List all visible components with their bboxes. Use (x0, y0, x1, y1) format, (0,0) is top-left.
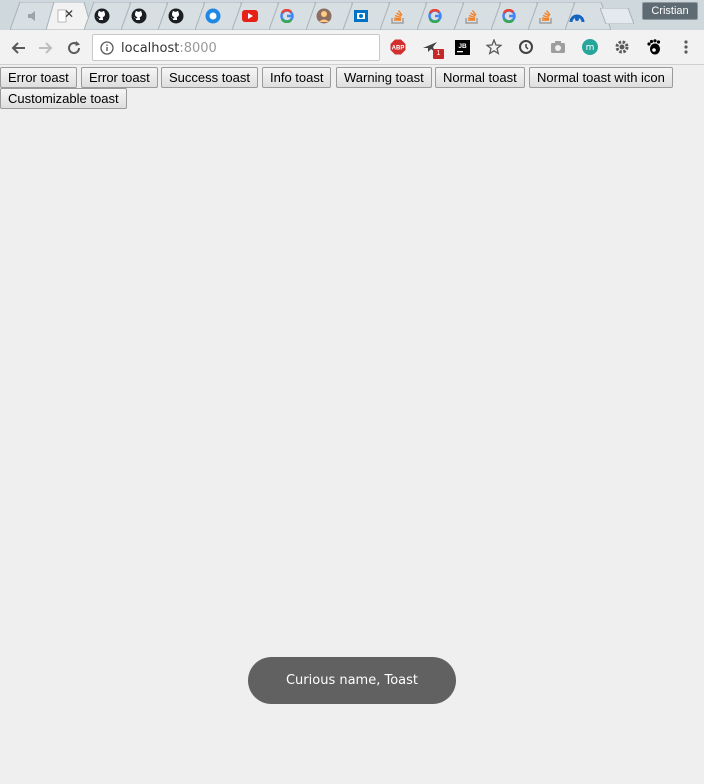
github-icon (168, 8, 184, 24)
success-toast-button[interactable]: Success toast (161, 67, 258, 88)
google-icon (427, 8, 443, 24)
m-extension-icon[interactable]: m (582, 39, 598, 55)
tab-strip: ✕ Cristian (0, 0, 704, 30)
gnome-icon[interactable] (646, 39, 662, 55)
camera-icon[interactable] (550, 39, 566, 55)
jetbrains-icon[interactable]: JB (454, 39, 470, 55)
github-icon (131, 8, 147, 24)
bookmark-star-icon[interactable] (486, 39, 502, 55)
google-icon (501, 8, 517, 24)
normal-toast-with-icon-button[interactable]: Normal toast with icon (529, 67, 673, 88)
normal-toast-button[interactable]: Normal toast (435, 67, 525, 88)
address-bar[interactable]: localhost:8000 (92, 34, 380, 61)
info-toast-button[interactable]: Info toast (262, 67, 332, 88)
youtube-icon (242, 8, 258, 24)
url-host: localhost (121, 41, 180, 56)
stackoverflow-icon (464, 8, 480, 24)
back-arrow-icon[interactable] (8, 38, 28, 58)
outlook-icon (353, 8, 369, 24)
toast-message: Curious name, Toast (285, 673, 419, 688)
blue-circle-icon (205, 8, 221, 24)
url-text: localhost:8000 (121, 41, 217, 56)
forward-arrow-icon[interactable] (36, 38, 56, 58)
customizable-toast-button[interactable]: Customizable toast (0, 88, 127, 109)
chrome-remote-icon (569, 8, 585, 24)
warning-toast-button[interactable]: Warning toast (336, 67, 432, 88)
jetbrains-label: JB (458, 43, 467, 50)
browser-toolbar: localhost:8000 ABP 1 JB m (0, 30, 704, 65)
error-toast-button-2[interactable]: Error toast (81, 67, 158, 88)
extension-badge: 1 (433, 49, 444, 59)
adblock-plus-icon[interactable]: ABP (390, 39, 406, 55)
close-tab-icon[interactable]: ✕ (64, 7, 74, 21)
toast-notification[interactable]: Curious name, Toast (248, 657, 456, 704)
reload-icon[interactable] (64, 38, 84, 58)
info-icon[interactable] (100, 41, 114, 55)
error-toast-button[interactable]: Error toast (0, 67, 77, 88)
stackoverflow-icon (538, 8, 554, 24)
gear-extension-icon[interactable] (614, 39, 630, 55)
speaker-icon (25, 8, 41, 24)
url-port: :8000 (179, 41, 217, 56)
sync-extension-icon[interactable] (518, 39, 534, 55)
avatar-icon (316, 8, 332, 24)
new-tab-button[interactable] (600, 8, 634, 24)
google-icon (279, 8, 295, 24)
stackoverflow-icon (390, 8, 406, 24)
github-icon (94, 8, 110, 24)
profile-button[interactable]: Cristian (642, 2, 698, 20)
m-label: m (586, 43, 595, 53)
abp-label: ABP (392, 46, 405, 52)
chrome-menu-icon[interactable] (678, 39, 694, 55)
